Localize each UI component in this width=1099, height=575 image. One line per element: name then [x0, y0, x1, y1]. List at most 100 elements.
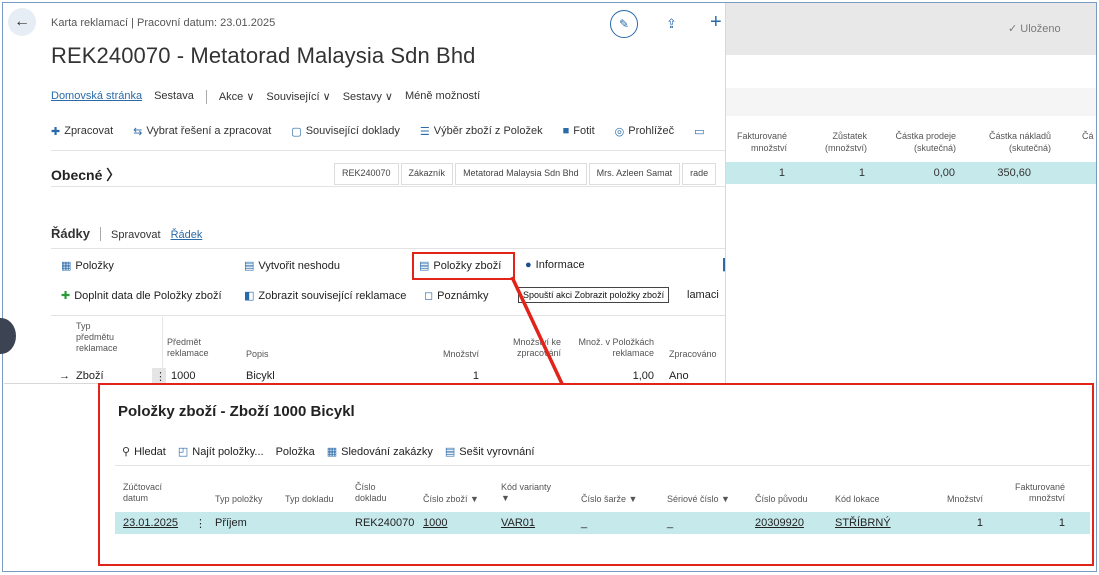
table-cell[interactable]: Bicykl: [246, 370, 275, 382]
column-header: Číslo dokladu: [355, 482, 387, 503]
table-cell[interactable]: Příjem: [215, 517, 247, 529]
general-summary: REK240070 Zákazník Metatorad Malaysia Sd…: [334, 163, 718, 185]
select-items-label: Výběr zboží z Položek: [433, 125, 543, 137]
browser-button[interactable]: ◎ Prohlížeč: [615, 122, 674, 140]
search-label: Hledat: [134, 445, 166, 458]
table-cell[interactable]: 1000: [171, 370, 195, 382]
filter-icon[interactable]: ▼: [501, 493, 510, 503]
related-docs-button[interactable]: ▢ Související doklady: [291, 122, 400, 140]
nav-reports[interactable]: Sestavy ∨: [343, 90, 393, 106]
row-menu-icon[interactable]: ⋮: [195, 517, 206, 530]
divider: [51, 186, 725, 187]
table-cell[interactable]: _: [581, 517, 587, 529]
table-cell[interactable]: 1000: [423, 517, 447, 529]
table-cell[interactable]: Ano: [669, 370, 689, 382]
table-cell: 1: [858, 167, 865, 179]
lines-header: Řádky Spravovat Řádek: [51, 226, 202, 241]
plus-icon: ✚: [61, 290, 71, 302]
table-cell[interactable]: 20309920: [755, 517, 804, 529]
complaints-partial-label[interactable]: lamaci: [687, 289, 719, 301]
summary-value: REK240070: [334, 163, 399, 185]
table-row[interactable]: → Zboží ⋮ 1000 Bicykl 1 1,00 Ano: [51, 368, 725, 383]
summary-value: rade: [682, 163, 717, 185]
eye-icon: ◎: [614, 125, 625, 138]
summary-value: Metatorad Malaysia Sdn Bhd: [455, 163, 587, 185]
show-related-button[interactable]: ◧ Zobrazit související reklamace: [244, 289, 406, 303]
filter-icon[interactable]: ▼: [629, 494, 638, 504]
table-cell[interactable]: STŘÍBRNÝ: [835, 517, 891, 529]
tracking-label: Sledování zakázky: [341, 445, 433, 458]
row-arrow-icon: →: [59, 370, 70, 382]
information-button[interactable]: ● Informace: [525, 259, 585, 271]
filter-icon[interactable]: ▼: [721, 494, 730, 504]
item-button[interactable]: Položka: [276, 445, 315, 458]
camera-icon: ■: [562, 125, 570, 137]
general-fasttab-heading[interactable]: Obecné 〉: [51, 165, 120, 185]
search-button[interactable]: ⚲ Hledat: [122, 445, 166, 459]
background-band: [725, 88, 1096, 116]
more-icon[interactable]: ▭: [694, 122, 708, 140]
edit-pencil-icon[interactable]: ✎: [610, 10, 638, 38]
lines-heading: Řádky: [51, 226, 91, 241]
column-header: Typ dokladu: [285, 494, 334, 504]
tracking-icon: ▦: [326, 446, 338, 458]
action-bar: ✚ Zpracovat ⇆ Vybrat řešení a zpracovat ▢ S…: [51, 122, 725, 140]
background-table-row[interactable]: 1 1 0,00 350,60: [725, 162, 1096, 184]
table-row[interactable]: 23.01.2025 ⋮ Příjem REK240070 1000 VAR01…: [115, 512, 1090, 534]
column-header: Čá: [1082, 131, 1094, 141]
table-cell[interactable]: 1: [451, 370, 479, 382]
nav-divider: [205, 90, 207, 104]
lines-line-tab[interactable]: Řádek: [171, 229, 203, 241]
choose-solution-button[interactable]: ⇆ Vybrat řešení a zpracovat: [133, 122, 271, 140]
items-button[interactable]: ▦ Položky: [61, 259, 114, 273]
order-tracking-button[interactable]: ▦ Sledování zakázky: [326, 445, 433, 459]
table-cell[interactable]: REK240070: [355, 517, 414, 529]
nav-report[interactable]: Sestava: [154, 90, 194, 106]
column-header: Kód varianty ▼: [501, 482, 551, 504]
items-icon: ▦: [61, 260, 72, 272]
column-header: Sériové číslo ▼: [667, 494, 730, 505]
table-cell: 0,00: [933, 167, 955, 179]
share-icon[interactable]: ⇪: [666, 16, 677, 32]
photo-label: Fotit: [573, 125, 595, 137]
table-cell[interactable]: _: [667, 517, 673, 529]
find-entries-button[interactable]: ◰ Najít položky...: [178, 445, 264, 459]
column-header: Částka nákladů (skutečná): [988, 131, 1051, 153]
application-worksheet-button[interactable]: ▤ Sešit vyrovnání: [445, 445, 535, 459]
table-cell[interactable]: 23.01.2025: [123, 517, 178, 529]
table-cell[interactable]: Zboží: [76, 370, 104, 382]
column-header: Zůstatek (množství): [824, 131, 867, 153]
nav-related[interactable]: Související ∨: [266, 90, 330, 106]
nav-less-options[interactable]: Méně možností: [405, 90, 480, 106]
note-icon: ◻: [424, 290, 434, 302]
fill-data-button[interactable]: ✚ Doplnit data dle Položky zboží: [61, 289, 222, 303]
table-cell[interactable]: 1: [945, 517, 983, 529]
nav-actions[interactable]: Akce ∨: [219, 90, 255, 106]
table-cell[interactable]: 1,00: [611, 370, 654, 382]
create-nonconformity-button[interactable]: ▤ Vytvořit neshodu: [244, 259, 340, 273]
column-header-label: Kód varianty: [501, 482, 552, 492]
nav-home[interactable]: Domovská stránka: [51, 90, 142, 106]
table-cell[interactable]: 1: [1010, 517, 1065, 529]
related-docs-label: Související doklady: [305, 125, 400, 137]
back-arrow-icon[interactable]: ←: [8, 8, 36, 36]
column-header: Zúčtovací datum: [123, 482, 163, 503]
filter-icon[interactable]: ▼: [470, 494, 479, 504]
new-plus-icon[interactable]: +: [710, 11, 722, 34]
column-header: Množ. v Položkách reklamace: [578, 337, 654, 358]
table-cell[interactable]: VAR01: [501, 517, 535, 529]
lines-manage-tab[interactable]: Spravovat: [111, 229, 161, 241]
row-menu-icon[interactable]: ⋮: [155, 370, 166, 383]
column-header: Množství ke zpracování: [512, 337, 561, 358]
select-items-button[interactable]: ☰ Výběr zboží z Položek: [420, 122, 543, 140]
photo-button[interactable]: ■ Fotit: [563, 122, 595, 140]
process-button[interactable]: ✚ Zpracovat: [51, 122, 113, 140]
information-label: Informace: [535, 259, 585, 271]
overflow-icon[interactable]: ▌: [723, 259, 725, 271]
divider: [51, 315, 725, 316]
panel-title: Položky zboží - Zboží 1000 Bicykl: [118, 403, 355, 420]
notes-button[interactable]: ◻ Poznámky: [424, 289, 489, 303]
column-header: Částka prodeje (skutečná): [895, 131, 956, 153]
column-header: Kód lokace: [835, 494, 880, 504]
page-title: REK240070 - Metatorad Malaysia Sdn Bhd: [51, 43, 476, 68]
